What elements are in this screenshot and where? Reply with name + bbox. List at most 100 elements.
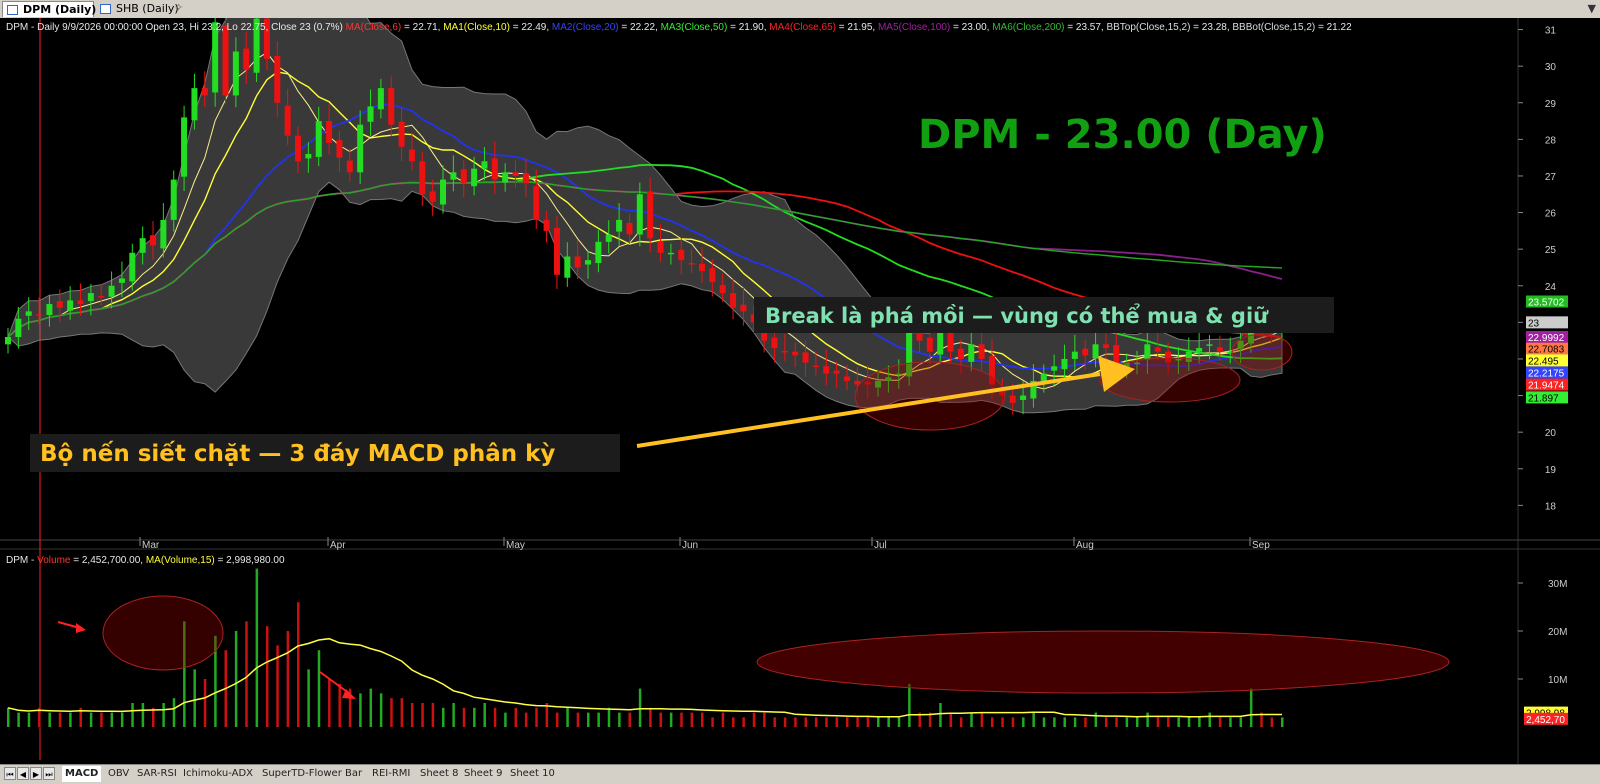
month-label: Apr (330, 540, 346, 551)
volume-label: Volume (37, 555, 71, 566)
indicator-label: MA3(Close,50) (661, 22, 728, 33)
sheet-tab-macd[interactable]: MACD (62, 766, 102, 782)
indicator-value: = 21.95, (836, 22, 878, 33)
price-info-line: DPM - Daily 9/9/2026 00:00:00 Open 23, H… (6, 22, 1352, 33)
volume-bar (1249, 688, 1253, 727)
volume-bar (949, 712, 953, 727)
volume-bar (835, 717, 839, 727)
volume-bar (783, 717, 787, 727)
volume-bar (690, 712, 694, 727)
sheet-tab-obv[interactable]: OBV (108, 766, 129, 782)
volume-bar (265, 626, 269, 727)
indicator-label: BBBot(Close,15,2) (1232, 22, 1315, 33)
volume-bar (89, 712, 93, 727)
tab-list-dropdown-icon[interactable]: ▼ (1588, 0, 1596, 18)
sheet-tab-10[interactable]: Sheet 10 (510, 766, 555, 782)
volume-bar (669, 712, 673, 727)
sheet-tab-8[interactable]: Sheet 8 (420, 766, 458, 782)
sheet-tab-supertd-flower[interactable]: SuperTD-Flower (262, 766, 342, 782)
volume-bar (307, 669, 310, 727)
title-overlay: DPM - 23.00 (Day) (918, 112, 1327, 158)
month-label: May (506, 540, 525, 551)
volume-bar (369, 688, 373, 727)
volume-ma-label: MA(Volume,15) (146, 555, 215, 566)
highlight-ellipse (1231, 333, 1293, 371)
volume-bar (587, 712, 590, 727)
indicator-value: = 23.00, (950, 22, 992, 33)
indicator-value: = 22.71, (401, 22, 443, 33)
add-tab-icon[interactable]: ✧ (174, 1, 183, 14)
tab-shb[interactable]: SHB (Daily) (96, 1, 179, 17)
sheet-tab-bar[interactable]: Bar (345, 766, 362, 782)
price-tick-label: 27 (1545, 172, 1557, 183)
price-label-badge: 22.7083 (1526, 342, 1568, 356)
indicator-value: = 21.90, (727, 22, 769, 33)
tab-dpm[interactable]: DPM (Daily) (2, 1, 96, 17)
indicator-values: MA(Close,6) = 22.71, MA1(Close,10) = 22.… (343, 22, 1352, 33)
first-sheet-button[interactable]: ⏮ (4, 767, 16, 780)
volume-bar (825, 717, 828, 727)
volume-bar (752, 712, 756, 727)
volume-axis-labels: 2,998,982,452,70 (1524, 706, 1568, 726)
sheet-tab-sar-rsi[interactable]: SAR-RSI (137, 766, 177, 782)
volume-bar (1198, 717, 1201, 727)
volume-bar (939, 703, 942, 727)
price-tick-label: 19 (1545, 465, 1557, 476)
volume-tick-label: 10M (1548, 675, 1567, 686)
prev-sheet-button[interactable]: ◀ (17, 767, 29, 780)
volume-bar (162, 703, 165, 727)
volume-tick-label: 20M (1548, 627, 1567, 638)
month-label: Sep (1252, 540, 1270, 551)
volume-bar (711, 717, 714, 727)
indicator-value: = 22.22, (619, 22, 661, 33)
volume-bar (607, 707, 611, 727)
volume-bar (338, 683, 341, 727)
next-sheet-button[interactable]: ▶ (30, 767, 42, 780)
indicator-label: MA1(Close,10) (443, 22, 510, 33)
volume-bar (100, 712, 103, 727)
volume-bar (255, 568, 259, 727)
sheet-tab-ichimoku-adx[interactable]: Ichimoku-ADX (183, 766, 253, 782)
volume-bar (1146, 712, 1149, 727)
volume-bar (27, 712, 31, 727)
price-label-text: 21.897 (1528, 393, 1559, 404)
volume-bar (131, 703, 134, 727)
volume-bar (1104, 717, 1108, 727)
volume-bar (980, 712, 984, 727)
price-label-text: 23 (1528, 318, 1540, 329)
volume-tick-label: 30M (1548, 579, 1567, 590)
last-sheet-button[interactable]: ⏭ (43, 767, 55, 780)
volume-bar (700, 712, 704, 727)
volume-bar (732, 717, 735, 727)
volume-bar (1032, 712, 1035, 727)
volume-bar (421, 703, 424, 727)
highlight-ellipse (854, 361, 1006, 431)
volume-bar (483, 703, 486, 727)
volume-bar (1281, 717, 1284, 727)
volume-bar (286, 631, 290, 727)
indicator-label: BBTop(Close,15,2) (1106, 22, 1190, 33)
price-label-text: 22.2175 (1528, 369, 1565, 380)
chart-icon (100, 4, 111, 14)
volume-bar (1084, 717, 1087, 727)
sheet-tab-rei-rmi[interactable]: REI-RMI (372, 766, 410, 782)
volume-bar (649, 707, 652, 727)
volume-bar (17, 712, 20, 727)
indicator-value: = 23.57, (1064, 22, 1106, 33)
sheet-tab-9[interactable]: Sheet 9 (464, 766, 502, 782)
volume-bar (245, 621, 248, 727)
volume-bar (452, 703, 455, 727)
volume-bar (1094, 712, 1098, 727)
chart-area[interactable]: 3130292827262524232221201918 30M20M10M M… (0, 18, 1600, 764)
volume-ma-value: = 2,998,980.00 (215, 555, 285, 566)
volume-bar (514, 707, 518, 727)
volume-info-prefix: DPM - (6, 555, 37, 566)
volume-bar (1177, 717, 1180, 727)
price-label-text: 21.9474 (1528, 381, 1565, 392)
volume-bar (390, 698, 393, 727)
indicator-label: MA4(Close,65) (769, 22, 836, 33)
volume-bar (297, 602, 300, 727)
volume-bar (680, 712, 683, 727)
month-label: Mar (142, 540, 160, 551)
volume-bar (959, 717, 963, 727)
